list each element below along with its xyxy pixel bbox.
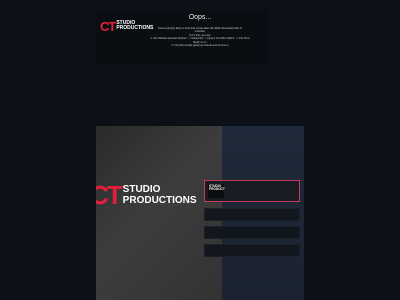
source-item[interactable] (204, 244, 300, 257)
preview-logo-mark: CT (96, 180, 123, 210)
source-thumbnail: STUDIO PRODUCT (208, 184, 225, 198)
preview-logo-line-1: STUDIO (122, 184, 161, 195)
source-item[interactable] (204, 208, 300, 221)
preview-logo-line-2: PRODUCTIONS (122, 195, 197, 206)
error-message: Some query(s) likely to look that comes … (132, 27, 268, 47)
slider-preview[interactable]: CT STUDIO PRODUCTIONS STUDIO PRODUCT (96, 126, 304, 300)
logo-mark: CT (100, 18, 116, 34)
error-title: Oops... (188, 14, 212, 21)
error-line: 2. Find the double jQuery.js include and… (171, 44, 229, 48)
preview-logo: CT STUDIO PRODUCTIONS (96, 182, 197, 208)
thumb-line-2: PRODUCT (209, 187, 225, 192)
source-item-selected[interactable]: STUDIO PRODUCT (204, 180, 300, 202)
preview-logo-text: STUDIO PRODUCTIONS (123, 184, 197, 206)
source-item[interactable] (204, 226, 300, 239)
